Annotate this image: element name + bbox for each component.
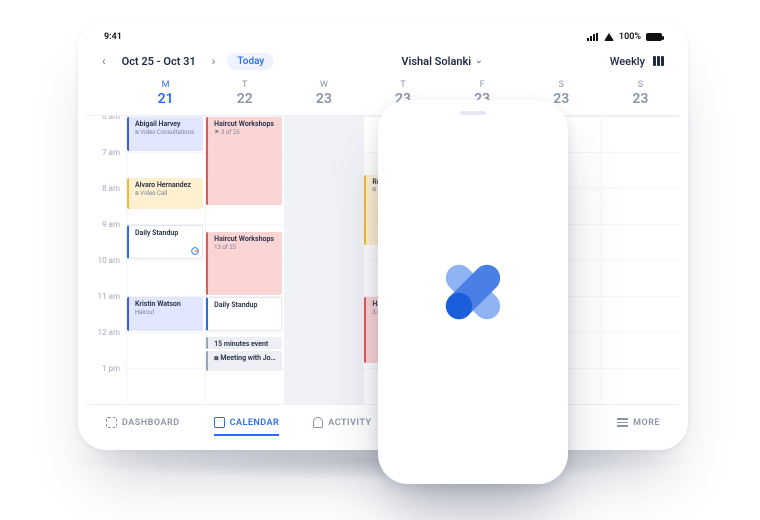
tab-activity[interactable]: ACTIVITY [313,411,371,436]
event-title: Abigail Harvey [135,120,199,129]
tab-more-label: MORE [633,418,660,428]
day-of-week-label: M [126,80,205,90]
day-of-week-label: S [601,80,680,90]
calendar-event[interactable]: Haircut Workshops13 of 25 [206,232,282,295]
event-subtitle: 13 of 25 [214,244,278,252]
calendar-event[interactable]: ⧈ Meeting with Jo… [206,351,282,371]
event-title: Haircut Workshops [214,235,278,244]
bell-icon [313,417,323,428]
day-column-6[interactable]: S23 [601,76,680,115]
time-label: 12 am [86,328,126,337]
event-title: Daily Standup [135,229,198,238]
cellular-signal-icon [587,33,599,41]
time-label: 8 am [86,184,126,193]
day-number-label: 23 [284,91,363,107]
day-column-1[interactable]: T22 [205,76,284,115]
day-number-label: 21 [126,91,205,107]
status-bar: 9:41 100% [86,28,680,46]
time-label: 11 am [86,292,126,301]
day-number-label: 23 [601,91,680,107]
event-subtitle: ⧈ Video Call [135,190,199,198]
date-nav: ‹ Oct 25 - Oct 31 › Today [102,53,274,70]
event-title: Haircut Workshops [214,120,278,129]
time-label: 1 pm [86,364,126,373]
chevron-down-icon: ⌄ [475,56,483,66]
tab-calendar[interactable]: CALENDAR [214,411,280,436]
user-name-label: Vishal Solanki [401,55,471,68]
status-time: 9:41 [104,32,122,42]
calendar-event[interactable]: Daily Standup [127,225,203,259]
view-mode-label: Weekly [610,55,645,68]
event-title: Daily Standup [214,301,277,310]
day-of-week-label: T [363,80,442,90]
tab-dashboard-label: DASHBOARD [122,418,180,428]
day-of-week-label: F [443,80,522,90]
day-column-0[interactable]: M21 [126,76,205,115]
view-mode-selector[interactable]: Weekly [610,55,664,68]
day-of-week-label: S [522,80,601,90]
calendar-event[interactable]: Abigail Harvey⧈ Video Consultations [127,117,203,151]
tab-activity-label: ACTIVITY [328,418,371,428]
google-icon [191,247,199,255]
calendar-header: ‹ Oct 25 - Oct 31 › Today Vishal Solanki… [86,46,680,76]
event-title: ⧈ Meeting with Jo… [214,354,278,363]
time-label: 7 am [86,148,126,157]
time-label: 6 am [86,116,126,121]
hamburger-icon [617,418,628,427]
event-subtitle: ⧈ Video Consultations [135,129,199,137]
phone-notch [433,106,513,121]
event-subtitle: Haircut [135,309,199,317]
calendar-icon [214,417,225,428]
user-selector[interactable]: Vishal Solanki ⌄ [274,55,609,68]
tab-more[interactable]: MORE [617,412,660,436]
day-off-column [284,116,363,404]
date-range-label[interactable]: Oct 25 - Oct 31 [122,55,196,68]
battery-icon [646,33,662,41]
phone-device [378,100,568,484]
next-week-button[interactable]: › [212,54,216,68]
time-label: 10 am [86,256,126,265]
event-subtitle: ⚑ 3 of 25 [214,129,278,137]
column-view-icon [653,56,664,66]
dashboard-icon [106,417,117,428]
day-number-label: 22 [205,91,284,107]
event-title: Alvaro Hernandez [135,181,199,190]
google-tag-manager-icon [418,237,528,347]
tab-dashboard[interactable]: DASHBOARD [106,411,180,436]
status-right: 100% [587,32,662,42]
event-title: 15 minutes event [214,340,278,349]
calendar-event[interactable]: Alvaro Hernandez⧈ Video Call [127,178,203,208]
calendar-event[interactable]: Haircut Workshops⚑ 3 of 25 [206,117,282,205]
tab-calendar-label: CALENDAR [230,418,280,428]
calendar-event[interactable]: 15 minutes event [206,337,282,349]
wifi-icon [604,33,614,41]
time-label: 9 am [86,220,126,229]
day-of-week-label: T [205,80,284,90]
battery-pct: 100% [619,32,641,42]
event-title: Kristin Watson [135,300,199,309]
calendar-event[interactable]: Daily Standup [206,297,282,331]
phone-screen [384,106,562,478]
calendar-event[interactable]: Kristin WatsonHaircut [127,297,203,331]
day-gridline [126,116,127,404]
prev-week-button[interactable]: ‹ [102,54,106,68]
today-button[interactable]: Today [227,53,274,70]
day-gridline [601,116,602,404]
day-of-week-label: W [284,80,363,90]
day-column-2[interactable]: W23 [284,76,363,115]
day-header-row: M21T22W23T23F23S23S23 [86,76,680,116]
